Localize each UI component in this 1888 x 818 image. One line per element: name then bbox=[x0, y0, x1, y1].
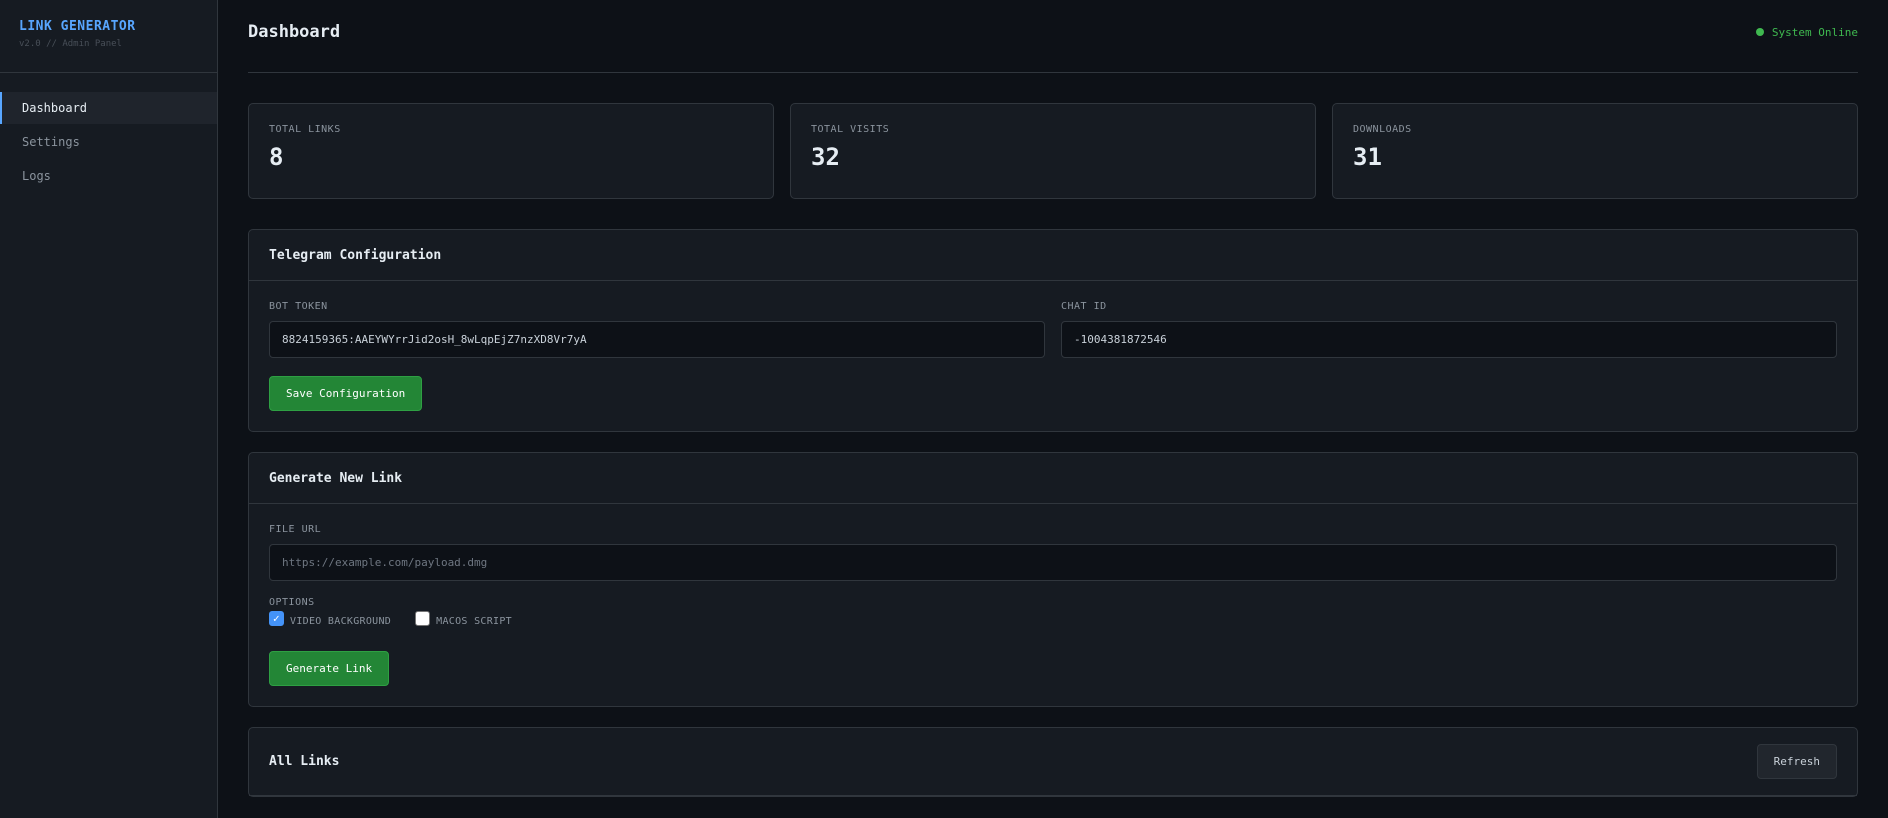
telegram-config-panel: Telegram Configuration BOT TOKEN CHAT ID… bbox=[248, 229, 1858, 432]
main-content: Dashboard System Online TOTAL LINKS 8 TO… bbox=[248, 0, 1858, 818]
stat-value: 32 bbox=[811, 143, 840, 171]
option-label: MACOS SCRIPT bbox=[436, 616, 512, 627]
checkbox-checked-icon[interactable]: ✓ bbox=[269, 611, 284, 626]
page-title: Dashboard bbox=[248, 22, 341, 42]
chat-id-group: CHAT ID bbox=[1061, 301, 1837, 358]
stat-label: DOWNLOADS bbox=[1353, 124, 1412, 135]
sidebar-item-dashboard[interactable]: Dashboard bbox=[0, 92, 217, 124]
page-header: Dashboard System Online bbox=[248, 0, 1858, 73]
file-url-input[interactable] bbox=[269, 544, 1837, 581]
panel-body: BOT TOKEN CHAT ID Save Configuration bbox=[249, 281, 1857, 431]
generate-link-button[interactable]: Generate Link bbox=[269, 651, 390, 686]
options-label: OPTIONS bbox=[269, 597, 315, 608]
chat-id-label: CHAT ID bbox=[1061, 301, 1107, 312]
bot-token-label: BOT TOKEN bbox=[269, 301, 328, 312]
bot-token-input[interactable] bbox=[269, 321, 1045, 358]
telegram-fields-row: BOT TOKEN CHAT ID bbox=[269, 301, 1837, 358]
option-label: VIDEO BACKGROUND bbox=[290, 616, 392, 627]
panel-header: All Links Refresh bbox=[249, 728, 1857, 796]
panel-header: Generate New Link bbox=[249, 453, 1857, 504]
all-links-panel: All Links Refresh bbox=[248, 727, 1858, 797]
stats-row: TOTAL LINKS 8 TOTAL VISITS 32 DOWNLOADS … bbox=[248, 103, 1858, 199]
panel-title: Telegram Configuration bbox=[269, 247, 442, 263]
status-text: System Online bbox=[1771, 25, 1858, 39]
panel-header: Telegram Configuration bbox=[249, 230, 1857, 281]
system-status: System Online bbox=[1755, 25, 1858, 39]
stat-label: TOTAL LINKS bbox=[269, 124, 341, 135]
brand-subtitle: v2.0 // Admin Panel bbox=[19, 39, 122, 49]
generate-link-panel: Generate New Link FILE URL OPTIONS ✓ VID… bbox=[248, 452, 1858, 707]
panel-title: Generate New Link bbox=[269, 470, 403, 486]
checkbox-unchecked-icon[interactable]: ✓ bbox=[415, 611, 431, 626]
stat-card-downloads: DOWNLOADS 31 bbox=[1332, 103, 1858, 199]
stat-value: 31 bbox=[1353, 143, 1382, 171]
brand: LINK GENERATOR v2.0 // Admin Panel bbox=[0, 0, 217, 73]
options-row: ✓ VIDEO BACKGROUND ✓ MACOS SCRIPT bbox=[269, 611, 1837, 629]
status-dot-icon bbox=[1755, 28, 1764, 36]
save-configuration-button[interactable]: Save Configuration bbox=[269, 376, 423, 411]
file-url-label: FILE URL bbox=[269, 524, 322, 535]
option-macos-script[interactable]: ✓ MACOS SCRIPT bbox=[415, 611, 512, 629]
stat-label: TOTAL VISITS bbox=[811, 124, 890, 135]
stat-card-total-visits: TOTAL VISITS 32 bbox=[790, 103, 1316, 199]
sidebar: LINK GENERATOR v2.0 // Admin Panel Dashb… bbox=[0, 0, 218, 818]
sidebar-nav: Dashboard Settings Logs bbox=[0, 92, 217, 192]
sidebar-item-logs[interactable]: Logs bbox=[0, 160, 217, 192]
sidebar-item-settings[interactable]: Settings bbox=[0, 126, 217, 158]
stat-value: 8 bbox=[269, 143, 284, 171]
chat-id-input[interactable] bbox=[1061, 321, 1837, 358]
panel-body: FILE URL OPTIONS ✓ VIDEO BACKGROUND ✓ MA… bbox=[249, 504, 1857, 706]
brand-title: LINK GENERATOR bbox=[19, 19, 136, 34]
panel-title: All Links bbox=[269, 754, 340, 769]
stat-card-total-links: TOTAL LINKS 8 bbox=[248, 103, 774, 199]
refresh-button[interactable]: Refresh bbox=[1756, 744, 1837, 779]
bot-token-group: BOT TOKEN bbox=[269, 301, 1045, 358]
option-video-background[interactable]: ✓ VIDEO BACKGROUND bbox=[269, 611, 392, 629]
